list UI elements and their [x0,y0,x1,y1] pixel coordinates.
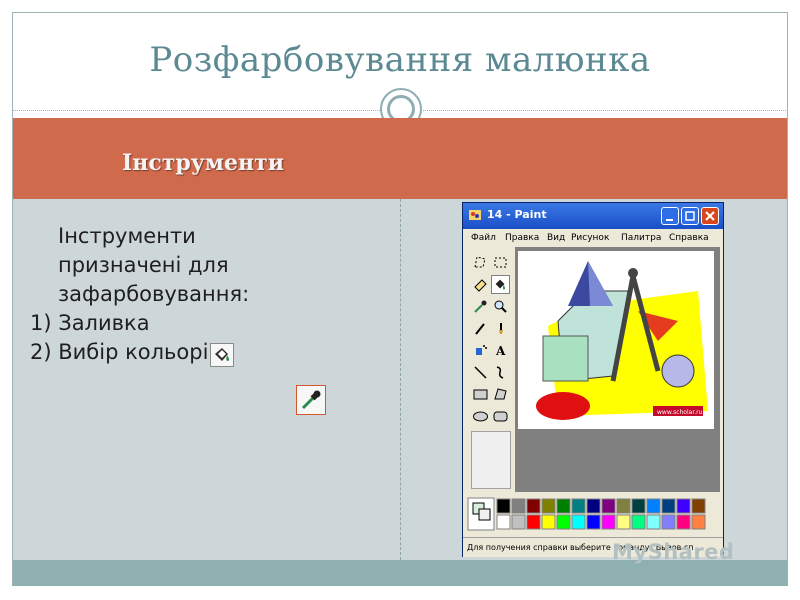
palette-swatch[interactable] [556,498,571,514]
color-palette [467,495,719,533]
palette-swatch[interactable] [541,514,556,530]
rounded-rect-tool-icon[interactable] [491,407,510,426]
palette-swatch[interactable] [676,514,691,530]
text-tool-icon[interactable]: A [491,341,510,360]
free-select-icon[interactable] [471,253,490,272]
minimize-button[interactable] [661,207,679,225]
fill-tool-icon[interactable] [491,275,510,294]
minimize-icon [666,219,673,221]
palette-swatch[interactable] [616,514,631,530]
background-color [478,508,491,521]
palette-swatch[interactable] [646,498,661,514]
menu-help[interactable]: Справка [669,233,709,243]
palette-swatch[interactable] [691,498,706,514]
paint-titlebar[interactable]: 14 - Paint [463,203,723,229]
palette-swatch[interactable] [571,498,586,514]
palette-swatch[interactable] [601,514,616,530]
palette-swatch[interactable] [511,514,526,530]
menu-view[interactable]: Вид [547,233,565,243]
magnifier-icon[interactable] [491,297,510,316]
palette-swatch[interactable] [631,514,646,530]
fill-bucket-icon [210,343,234,367]
menu-image[interactable]: Рисунок [571,233,609,243]
palette-swatch[interactable] [526,498,541,514]
pencil-icon[interactable] [471,319,490,338]
menu-file[interactable]: Файл [471,233,496,243]
paint-app-icon [469,210,481,220]
palette-swatch[interactable] [586,498,601,514]
ellipse-tool-icon[interactable] [471,407,490,426]
palette-swatch[interactable] [586,514,601,530]
tool-options-box[interactable] [471,431,511,489]
close-button[interactable] [701,207,719,225]
pick-color-tool-icon[interactable] [471,297,490,316]
body-line: Інструменти [58,224,196,248]
menu-colors[interactable]: Палитра [621,233,661,243]
palette-swatch[interactable] [676,498,691,514]
still-life-drawing: www.scholar.ru [536,261,708,420]
palette-swatch[interactable] [511,498,526,514]
drawing-canvas[interactable]: www.scholar.ru [518,251,714,429]
palette-swatch[interactable] [556,514,571,530]
palette-swatch[interactable] [661,498,676,514]
close-icon [705,211,715,221]
paint-menubar: Файл Правка Вид Рисунок Палитра Справка [463,229,723,247]
menu-edit[interactable]: Правка [505,233,539,243]
palette-swatch[interactable] [631,498,646,514]
rect-select-icon[interactable] [491,253,510,272]
eraser-icon[interactable] [471,275,490,294]
palette-swatch[interactable] [601,498,616,514]
paint-window-title: 14 - Paint [487,208,547,221]
canvas-caption: www.scholar.ru [657,409,703,416]
column-divider [400,199,401,560]
palette-swatch[interactable] [616,498,631,514]
palette-swatch[interactable] [496,498,511,514]
svg-text:A: A [495,344,506,358]
body-line: зафарбовування: [58,282,250,306]
watermark-logo: MyShared [612,540,735,564]
color-picker-icon [296,385,326,415]
palette-swatch[interactable] [691,514,706,530]
rectangle-tool-icon[interactable] [471,385,490,404]
palette-swatch[interactable] [646,514,661,530]
section-heading: Інструменти [122,150,285,176]
palette-swatch[interactable] [661,514,676,530]
airbrush-icon[interactable] [471,341,490,360]
list-item-fill: 1) Заливка [30,311,150,335]
polygon-tool-icon[interactable] [491,385,510,404]
maximize-button[interactable] [681,207,699,225]
curve-tool-icon[interactable] [491,363,510,382]
brush-icon[interactable] [491,319,510,338]
maximize-icon [685,211,695,221]
line-tool-icon[interactable] [471,363,490,382]
palette-swatch[interactable] [541,498,556,514]
palette-swatches [467,497,706,531]
slide-title: Розфарбовування малюнка [149,40,651,80]
palette-swatch[interactable] [571,514,586,530]
palette-swatch[interactable] [496,514,511,530]
palette-swatch[interactable] [526,514,541,530]
body-line: призначені для [58,253,229,277]
paint-window: 14 - Paint Файл Правка Вид Рисунок Палит… [462,202,724,557]
